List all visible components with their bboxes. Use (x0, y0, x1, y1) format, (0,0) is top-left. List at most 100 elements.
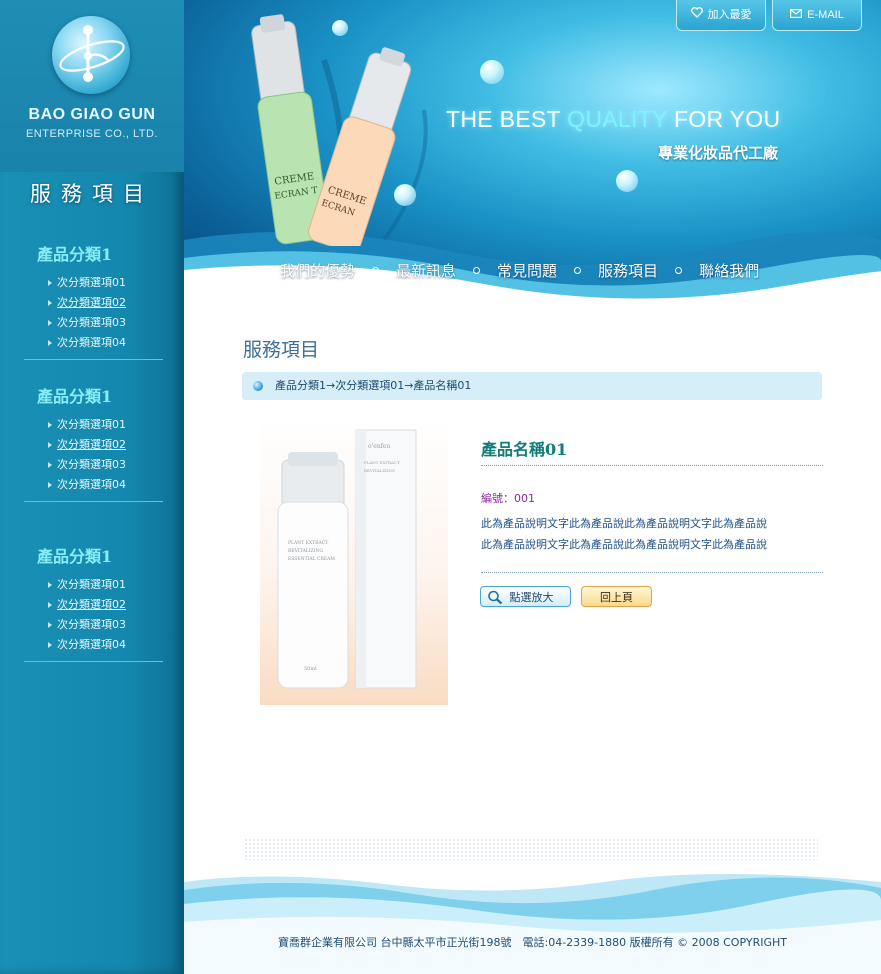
tagline: 專業化妝品代工廠 (658, 144, 779, 162)
brand-subtitle: ENTERPRISE CO., LTD. (25, 128, 159, 140)
subcategory-item[interactable]: 次分類選項01 (24, 273, 163, 293)
email-label: E-MAIL (807, 9, 844, 21)
page-title: 服務項目 (243, 339, 320, 361)
email-button[interactable]: E-MAIL (772, 0, 862, 31)
nav-separator-dot (473, 266, 481, 274)
category-title[interactable]: 產品分類1 (37, 544, 163, 570)
bubble-decoration (616, 170, 638, 192)
main-nav: 我們的優勢 最新訊息 常見問題 服務項目 聯絡我們 (280, 260, 759, 280)
product-name: 產品名稱01 (481, 440, 568, 459)
arrow-right-icon (48, 340, 52, 346)
mail-icon (790, 0, 803, 30)
nav-item-faq[interactable]: 常見問題 (497, 260, 557, 281)
breadcrumb: 產品分類1→次分類選項01→產品名稱01 (242, 372, 822, 400)
subcategory-label: 次分類選項03 (57, 316, 126, 329)
footer-wave (184, 874, 881, 974)
subcategory-item[interactable]: 次分類選項03 (24, 313, 163, 333)
arrow-right-icon (48, 642, 52, 648)
divider (24, 359, 163, 360)
subcategory-item[interactable]: 次分類選項03 (24, 455, 163, 475)
magnifier-icon (487, 590, 503, 612)
bubble-decoration (332, 20, 348, 36)
product-tube-image: o'enfen PLANT EXTRACT REVITALIZING PLANT… (277, 429, 417, 689)
dotted-band-decoration (244, 838, 818, 860)
subcategory-list: 次分類選項01 次分類選項02 次分類選項03 次分類選項04 (24, 273, 163, 353)
nav-separator-dot (372, 266, 380, 274)
subcategory-item[interactable]: 次分類選項02 (24, 435, 163, 455)
category-title[interactable]: 產品分類1 (37, 384, 163, 410)
subcategory-item[interactable]: 次分類選項04 (24, 333, 163, 353)
bubble-decoration (480, 60, 504, 84)
product-serial: 編號：001 (481, 492, 535, 505)
slogan: THE BEST QUALITY FOR YOU (446, 106, 780, 133)
product-image[interactable]: o'enfen PLANT EXTRACT REVITALIZING PLANT… (260, 416, 448, 705)
subcategory-item[interactable]: 次分類選項02 (24, 293, 163, 313)
svg-text:PLANT EXTRACT: PLANT EXTRACT (288, 540, 328, 546)
subcategory-item[interactable]: 次分類選項04 (24, 475, 163, 495)
svg-text:REVITALIZING: REVITALIZING (288, 548, 323, 554)
bubble-decoration (394, 184, 416, 206)
arrow-right-icon (48, 280, 52, 286)
description-line: 此為產品說明文字此為產品說此為產品說明文字此為產品說 (481, 538, 767, 551)
category-title[interactable]: 產品分類1 (37, 242, 163, 268)
category-group: 產品分類1 次分類選項01 次分類選項02 次分類選項03 次分類選項04 (24, 544, 163, 662)
subcategory-item[interactable]: 次分類選項01 (24, 415, 163, 435)
svg-text:REVITALIZING: REVITALIZING (364, 468, 395, 473)
subcategory-label: 次分類選項01 (57, 578, 126, 591)
heart-icon (690, 0, 703, 30)
svg-text:o'enfen: o'enfen (368, 443, 390, 450)
breadcrumb-text: 產品分類1→次分類選項01→產品名稱01 (275, 379, 472, 392)
arrow-right-icon (48, 462, 52, 468)
subcategory-list: 次分類選項01 次分類選項02 次分類選項03 次分類選項04 (24, 575, 163, 655)
slogan-part2: FOR YOU (667, 106, 781, 132)
product-description: 此為產品說明文字此為產品說此為產品說明文字此為產品說 此為產品說明文字此為產品說… (481, 513, 811, 555)
arrow-right-icon (48, 602, 52, 608)
divider (24, 661, 163, 662)
subcategory-label: 次分類選項02 (57, 296, 126, 309)
svg-text:50ml: 50ml (304, 666, 317, 672)
svg-text:ESSENTIAL CREAM: ESSENTIAL CREAM (288, 556, 335, 562)
subcategory-item[interactable]: 次分類選項04 (24, 635, 163, 655)
divider (24, 501, 163, 502)
subcategory-item[interactable]: 次分類選項01 (24, 575, 163, 595)
arrow-right-icon (48, 320, 52, 326)
back-label: 回上頁 (600, 591, 633, 604)
back-button[interactable]: 回上頁 (581, 586, 652, 607)
nav-item-services[interactable]: 服務項目 (598, 260, 658, 281)
nav-separator-dot (574, 266, 582, 274)
brand-name: BAO GIAO GUN (28, 106, 156, 123)
bullet-icon (253, 381, 263, 391)
subcategory-label: 次分類選項04 (57, 336, 126, 349)
arrow-right-icon (48, 482, 52, 488)
slogan-highlight: QUALITY (567, 106, 668, 132)
nav-item-news[interactable]: 最新訊息 (396, 260, 456, 281)
arrow-right-icon (48, 300, 52, 306)
footer: 寶喬群企業有限公司 台中縣太平市正光街198號 電話:04-2339-1880 … (184, 860, 881, 974)
nav-separator-dot (675, 266, 683, 274)
category-group: 產品分類1 次分類選項01 次分類選項02 次分類選項03 次分類選項04 (24, 384, 163, 502)
subcategory-label: 次分類選項01 (57, 276, 126, 289)
logo-icon[interactable] (52, 16, 130, 94)
subcategory-label: 次分類選項04 (57, 638, 126, 651)
subcategory-label: 次分類選項03 (57, 618, 126, 631)
nav-item-advantages[interactable]: 我們的優勢 (280, 260, 355, 281)
subcategory-item[interactable]: 次分類選項02 (24, 595, 163, 615)
subcategory-list: 次分類選項01 次分類選項02 次分類選項03 次分類選項04 (24, 415, 163, 495)
add-favorite-label: 加入最愛 (707, 8, 752, 21)
subcategory-item[interactable]: 次分類選項03 (24, 615, 163, 635)
nav-item-contact[interactable]: 聯絡我們 (699, 260, 759, 281)
subcategory-label: 次分類選項04 (57, 478, 126, 491)
header-banner: CREME ECRAN T CREME ECRAN 加入最愛 E-MAIL TH… (184, 0, 881, 300)
logo-area: BAO GIAO GUN ENTERPRISE CO., LTD. (0, 0, 184, 172)
subcategory-label: 次分類選項02 (57, 598, 126, 611)
subcategory-label: 次分類選項01 (57, 418, 126, 431)
arrow-right-icon (48, 422, 52, 428)
zoom-label: 點選放大 (509, 591, 554, 604)
add-favorite-button[interactable]: 加入最愛 (676, 0, 766, 31)
zoom-button[interactable]: 點選放大 (480, 586, 571, 607)
description-line: 此為產品說明文字此為產品說此為產品說明文字此為產品說 (481, 517, 767, 530)
product-bottles-image: CREME ECRAN T CREME ECRAN (251, 14, 412, 246)
arrow-right-icon (48, 582, 52, 588)
slogan-part1: THE BEST (446, 106, 568, 132)
divider (481, 465, 823, 466)
